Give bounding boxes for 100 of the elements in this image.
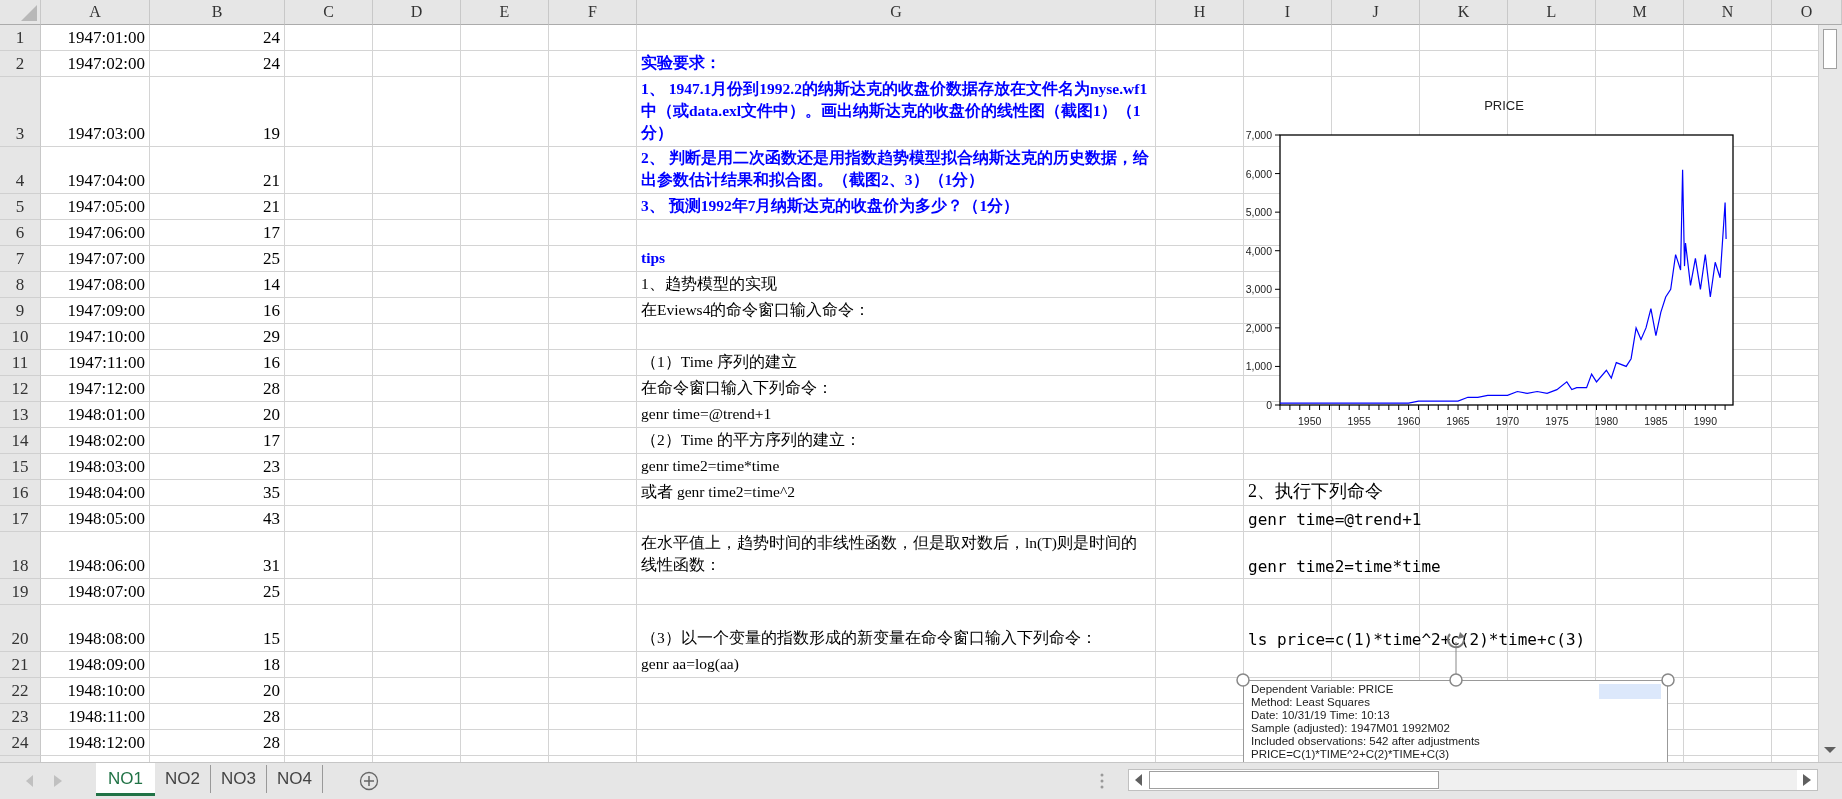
date-cell: 1947:10:00 [67, 327, 145, 347]
note-text: 3、 预测1992年7月纳斯达克的收盘价为多少？（1分） [641, 196, 1020, 216]
x-tick-label: 1980 [1594, 415, 1619, 427]
y-tick-label: 1,000 [1245, 360, 1272, 373]
note-text: tips [641, 248, 666, 268]
row-header[interactable]: 18 [0, 532, 41, 579]
column-header[interactable]: G [637, 0, 1156, 25]
row-header[interactable]: 10 [0, 324, 41, 350]
column-header[interactable]: D [373, 0, 461, 25]
row-header[interactable]: 3 [0, 77, 41, 147]
output-line: Dependent Variable: PRICE [1251, 683, 1394, 696]
command-text: genr time2=time*time [1248, 557, 1441, 576]
row-header[interactable]: 6 [0, 220, 41, 246]
column-header[interactable]: M [1596, 0, 1684, 25]
column-header[interactable]: C [285, 0, 373, 25]
value-cell: 25 [263, 582, 280, 602]
sheet-tab[interactable]: NO4 [266, 765, 323, 793]
row-header[interactable]: 23 [0, 704, 41, 730]
row-header[interactable]: 15 [0, 454, 41, 480]
column-header[interactable]: F [549, 0, 637, 25]
date-cell: 1947:01:00 [67, 28, 145, 48]
value-cell: 20 [263, 405, 280, 425]
row-header[interactable]: 19 [0, 579, 41, 605]
sheet-tab[interactable]: NO3 [210, 765, 267, 793]
output-line: Sample (adjusted): 1947M01 1992M02 [1251, 722, 1450, 735]
scroll-thumb[interactable] [1823, 29, 1837, 69]
y-tick-label: 0 [1266, 399, 1272, 411]
value-cell: 28 [263, 707, 280, 727]
column-header[interactable]: H [1156, 0, 1244, 25]
date-cell: 1948:07:00 [67, 582, 145, 602]
scroll-down-icon[interactable] [1823, 746, 1837, 754]
column-header[interactable]: A [41, 0, 150, 25]
row-header[interactable]: 12 [0, 376, 41, 402]
output-line: Included observations: 542 after adjustments [1251, 735, 1480, 748]
column-header[interactable]: N [1684, 0, 1772, 25]
sheet-tab[interactable]: NO1 [96, 763, 155, 796]
horizontal-scrollbar[interactable] [1128, 769, 1818, 791]
column-header[interactable]: I [1244, 0, 1332, 25]
x-tick-label: 1955 [1347, 415, 1371, 427]
value-cell: 17 [263, 223, 280, 243]
scroll-thumb[interactable] [1149, 771, 1439, 789]
row-header[interactable]: 7 [0, 246, 41, 272]
value-cell: 19 [263, 124, 280, 144]
row-header[interactable]: 13 [0, 402, 41, 428]
date-cell: 1947:07:00 [67, 249, 145, 269]
date-cell: 1947:04:00 [67, 171, 145, 191]
column-header[interactable]: K [1420, 0, 1508, 25]
add-sheet-icon[interactable] [358, 771, 379, 791]
y-tick-label: 3,000 [1245, 283, 1272, 296]
row-header[interactable]: 21 [0, 652, 41, 678]
row-header[interactable]: 22 [0, 678, 41, 704]
select-all-corner[interactable] [0, 0, 41, 25]
date-cell: 1948:04:00 [67, 483, 145, 503]
x-tick-label: 1990 [1693, 415, 1717, 427]
row-header[interactable]: 20 [0, 605, 41, 652]
date-cell: 1947:03:00 [67, 124, 145, 144]
next-sheet-icon[interactable] [54, 775, 62, 787]
value-cell: 16 [263, 301, 280, 321]
row-header[interactable]: 8 [0, 272, 41, 298]
row-header[interactable]: 24 [0, 730, 41, 756]
selection-highlight [1599, 684, 1661, 699]
row-header[interactable]: 5 [0, 194, 41, 220]
date-cell: 1947:11:00 [68, 353, 145, 373]
column-header[interactable]: E [461, 0, 549, 25]
row-header[interactable]: 1 [0, 25, 41, 51]
value-cell: 23 [263, 457, 280, 477]
row-header[interactable]: 9 [0, 298, 41, 324]
row-header[interactable]: 17 [0, 506, 41, 532]
note-text: （1）Time 序列的建立 [641, 352, 797, 372]
row-header[interactable]: 11 [0, 350, 41, 376]
row-header[interactable]: 14 [0, 428, 41, 454]
value-cell: 24 [263, 54, 280, 74]
note-text: genr time2=time*time [641, 456, 780, 476]
note-text: 在命令窗口输入下列命令： [641, 378, 833, 398]
row-header[interactable]: 2 [0, 51, 41, 77]
value-cell: 20 [263, 681, 280, 701]
value-cell: 43 [263, 509, 280, 529]
value-cell: 29 [263, 327, 280, 347]
row-header[interactable]: 4 [0, 147, 41, 194]
regression-output-box[interactable]: Dependent Variable: PRICE Method: Least Squares Date: 10/31/19 Time: 10:13 Sample (adjusted): 1947M01 1992M02 Included observations: 542 after adjustments PRICE=C(1)*TIME^2+C(2)*TIME+C(3) [1243, 680, 1668, 762]
column-header[interactable]: O [1772, 0, 1842, 25]
column-header[interactable]: B [150, 0, 285, 25]
x-tick-label: 1985 [1644, 415, 1668, 427]
scroll-left-icon[interactable] [1135, 774, 1143, 786]
prev-sheet-icon[interactable] [26, 775, 34, 787]
x-tick-label: 1965 [1446, 415, 1470, 427]
date-cell: 1948:09:00 [67, 655, 145, 675]
vertical-scrollbar[interactable] [1818, 25, 1842, 762]
note-text: 实验要求： [641, 53, 721, 73]
note-text: 在水平值上，趋势时间的非线性函数，但是取对数后，ln(T)则是时间的线性函数： [641, 533, 1138, 575]
scroll-right-icon[interactable] [1803, 774, 1811, 786]
column-header[interactable]: L [1508, 0, 1596, 25]
column-header[interactable]: J [1332, 0, 1420, 25]
note-text: genr time=@trend+1 [641, 404, 772, 424]
date-cell: 1947:09:00 [67, 301, 145, 321]
sheet-tab[interactable]: NO2 [154, 765, 211, 793]
command-text: genr time=@trend+1 [1248, 510, 1422, 529]
value-cell: 35 [263, 483, 280, 503]
row-header[interactable]: 16 [0, 480, 41, 506]
splitter-icon[interactable] [1100, 773, 1104, 789]
